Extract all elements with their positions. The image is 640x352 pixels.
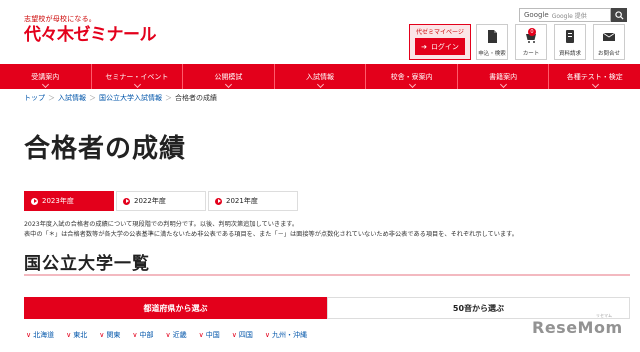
breadcrumb-exam-info[interactable]: 入試情報 — [58, 93, 86, 103]
search-input[interactable]: Google Google 提供 — [519, 8, 611, 22]
note-line: 2023年度入試の合格者の成績について現段階での判明分です。以後、判明次第追加し… — [24, 221, 299, 228]
apply-search-label: 申込・検索 — [478, 51, 506, 57]
breadcrumb-current: 合格者の成績 — [175, 94, 217, 102]
watermark-logo: ReseMom — [532, 318, 623, 337]
chevron-down-icon: ∨ — [264, 331, 270, 339]
nav-item-campus[interactable]: 校舎・寮案内 — [366, 64, 458, 89]
breadcrumb-separator: ＞ — [48, 94, 55, 102]
region-label: 近畿 — [172, 331, 187, 339]
nav-item-exam-info[interactable]: 入試情報 — [275, 64, 367, 89]
tab-2023[interactable]: 2023年度 — [24, 191, 114, 211]
chevron-down-icon: ∨ — [99, 331, 105, 339]
tab-by-prefecture[interactable]: 都道府県から選ぶ — [24, 297, 327, 319]
tab-label: 2023年度 — [42, 197, 74, 205]
page-title: 合格者の成績 — [24, 134, 187, 164]
request-materials-button[interactable]: 資料請求 — [554, 24, 586, 60]
region-label: 中国 — [205, 331, 220, 339]
region-link-chugoku[interactable]: ∨ 中国 — [199, 330, 220, 340]
chevron-down-icon: ∨ — [26, 331, 32, 339]
arrow-circle-icon — [31, 197, 38, 205]
login-icon: ➔ — [421, 42, 427, 51]
google-label: Google — [524, 11, 549, 19]
chevron-down-icon: ∨ — [165, 331, 171, 339]
mail-icon — [602, 32, 616, 41]
book-icon — [566, 30, 574, 43]
breadcrumb-national-univ[interactable]: 国公立大学入試情報 — [99, 93, 162, 103]
section-title: 国公立大学一覧 — [24, 254, 150, 274]
chevron-down-icon: ∨ — [132, 331, 138, 339]
breadcrumb-top[interactable]: トップ — [24, 93, 45, 103]
note-line: 表中の「＊」は合格者数等が各大学の公表基準に満たないため非公表である項目を、また… — [24, 230, 518, 238]
search-button[interactable] — [611, 8, 627, 22]
region-link-tohoku[interactable]: ∨ 東北 — [66, 330, 87, 340]
breadcrumb-separator: ＞ — [89, 94, 96, 102]
nav-item-mock-exams[interactable]: 公開模試 — [183, 64, 275, 89]
contact-button[interactable]: お問合せ — [593, 24, 625, 60]
tagline: 志望校が母校になる。 — [24, 15, 96, 23]
region-link-kyushu-okinawa[interactable]: ∨ 九州・沖縄 — [265, 330, 307, 340]
mypage-label: 代ゼミマイページ — [416, 29, 464, 36]
region-links: ∨ 北海道 ∨ 東北 ∨ 関東 ∨ 中部 ∨ 近畿 ∨ 中国 ∨ 四国 ∨ 九州・沖縄 — [26, 330, 307, 340]
region-label: 東北 — [73, 331, 88, 339]
region-link-kinki[interactable]: ∨ 近畿 — [166, 330, 187, 340]
region-link-chubu[interactable]: ∨ 中部 — [132, 330, 153, 340]
search-icon — [614, 10, 624, 20]
arrow-circle-icon — [123, 197, 130, 205]
chevron-down-icon: ∨ — [198, 331, 204, 339]
main-nav: 受講案内 セミナー・イベント 公開模試 入試情報 校舎・寮案内 書籍案内 各種テ… — [0, 64, 640, 89]
nav-item-tests[interactable]: 各種テスト・検定 — [549, 64, 640, 89]
tab-2021[interactable]: 2021年度 — [208, 191, 298, 211]
region-label: 中部 — [139, 331, 154, 339]
cart-label: カート — [522, 51, 540, 57]
nav-item-seminars[interactable]: セミナー・イベント — [92, 64, 184, 89]
nav-item-books[interactable]: 書籍案内 — [458, 64, 550, 89]
tab-2022[interactable]: 2022年度 — [116, 191, 206, 211]
arrow-circle-icon — [215, 197, 222, 205]
mypage-box: 代ゼミマイページ ➔ ログイン — [409, 24, 471, 60]
site-logo[interactable]: 代々木ゼミナール — [24, 26, 157, 44]
apply-search-button[interactable]: 申込・検索 — [476, 24, 508, 60]
contact-label: お問合せ — [597, 51, 620, 57]
region-link-kanto[interactable]: ∨ 関東 — [99, 330, 120, 340]
region-label: 北海道 — [33, 331, 55, 339]
breadcrumb: トップ ＞ 入試情報 ＞ 国公立大学入試情報 ＞ 合格者の成績 — [24, 93, 217, 103]
tab-label: 2022年度 — [134, 197, 166, 205]
region-label: 九州・沖縄 — [272, 331, 307, 339]
tab-label: 2021年度 — [226, 197, 258, 205]
login-button[interactable]: ➔ ログイン — [415, 38, 465, 55]
region-label: 関東 — [106, 331, 121, 339]
region-label: 四国 — [238, 331, 253, 339]
chevron-down-icon: ∨ — [66, 331, 72, 339]
login-label: ログイン — [430, 42, 459, 51]
region-link-hokkaido[interactable]: ∨ 北海道 — [26, 330, 54, 340]
cart-badge: 0 — [528, 28, 536, 36]
select-tabs: 都道府県から選ぶ 50音から選ぶ — [24, 297, 630, 319]
search-placeholder: Google 提供 — [551, 12, 587, 20]
brand[interactable]: 志望校が母校になる。 代々木ゼミナール — [24, 14, 157, 44]
document-icon — [488, 30, 497, 43]
year-tabs: 2023年度 2022年度 2021年度 — [24, 191, 298, 211]
section-divider — [24, 274, 630, 276]
chevron-down-icon: ∨ — [231, 331, 237, 339]
site-header: 志望校が母校になる。 代々木ゼミナール Google Google 提供 代ゼミ… — [0, 0, 640, 64]
request-materials-label: 資料請求 — [558, 51, 581, 57]
breadcrumb-separator: ＞ — [165, 94, 172, 102]
cart-button[interactable]: 0 カート — [515, 24, 547, 60]
nav-item-courses[interactable]: 受講案内 — [0, 64, 92, 89]
region-link-shikoku[interactable]: ∨ 四国 — [232, 330, 253, 340]
tab-by-syllabary[interactable]: 50音から選ぶ — [327, 297, 630, 319]
notes: 2023年度入試の合格者の成績について現段階での判明分です。以後、判明次第追加し… — [24, 220, 624, 239]
